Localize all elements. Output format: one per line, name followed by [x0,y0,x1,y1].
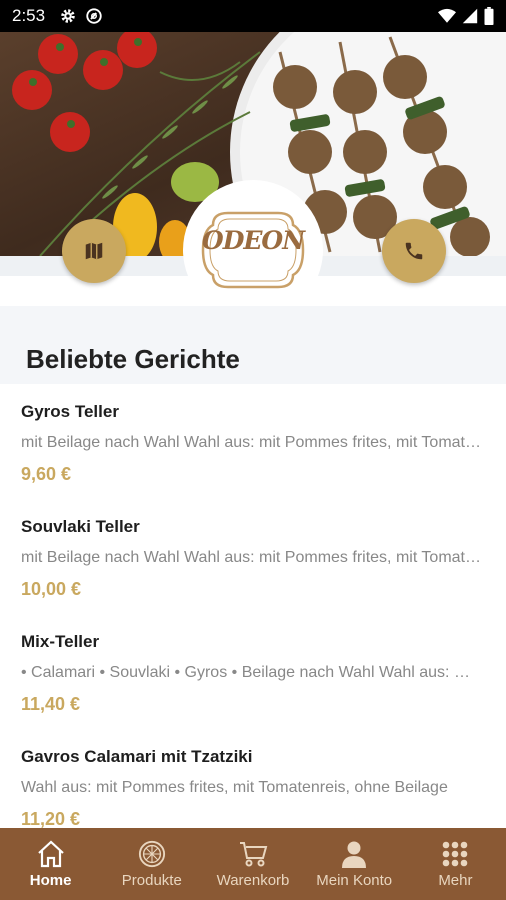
nav-account[interactable]: Mein Konto [304,828,405,900]
dish-item[interactable]: Gavros Calamari mit Tzatziki Wahl aus: m… [21,747,486,828]
dish-price: 11,40 € [21,694,81,714]
section-title: Beliebte Gerichte [26,344,240,374]
bottom-navigation: Home Produkte Warenkorb Mein Konto Mehr [0,828,506,900]
phone-icon [405,242,423,260]
dish-price: 11,20 € [21,809,81,828]
dish-name: Gyros Teller [21,402,119,421]
dish-price: 9,60 € [21,464,72,484]
dish-name: Gavros Calamari mit Tzatziki [21,747,253,766]
dish-name: Mix-Teller [21,632,100,651]
logo-text: ODEON [201,226,305,255]
nav-products-label: Produkte [121,872,182,889]
dish-description: mit Beilage nach Wahl Wahl aus: mit Pomm… [21,549,481,566]
dish-description: mit Beilage nach Wahl Wahl aus: mit Pomm… [21,434,481,451]
map-button[interactable] [62,219,126,283]
dish-list: Gyros Teller mit Beilage nach Wahl Wahl … [0,384,506,828]
status-bar: 2:53 [0,0,506,32]
nav-more[interactable]: Mehr [405,828,506,900]
nav-cart-label: Warenkorb [216,872,290,889]
grid-icon [443,841,468,867]
nav-cart[interactable]: Warenkorb [202,828,303,900]
nav-account-label: Mein Konto [316,872,393,889]
dish-name: Souvlaki Teller [21,517,140,536]
nav-home-label: Home [29,872,72,889]
dish-item[interactable]: Mix-Teller • Calamari • Souvlaki • Gyros… [21,632,486,715]
gear-icon [61,9,75,23]
phone-button[interactable] [382,219,446,283]
nav-more-label: Mehr [438,872,473,889]
nav-home[interactable]: Home [0,828,101,900]
dish-item[interactable]: Souvlaki Teller mit Beilage nach Wahl Wa… [21,517,486,600]
dish-item[interactable]: Gyros Teller mit Beilage nach Wahl Wahl … [21,402,486,485]
status-time: 2:53 [12,6,46,25]
nav-products[interactable]: Produkte [101,828,202,900]
restaurant-logo: ODEON [183,180,323,320]
dish-description: • Calamari • Souvlaki • Gyros • Beilage … [21,664,481,681]
map-icon [85,242,103,260]
pizza-icon [138,840,165,868]
battery-icon [484,7,494,25]
dish-description: Wahl aus: mit Pommes frites, mit Tomaten… [21,779,448,796]
user-icon [342,841,367,868]
dish-price: 10,00 € [21,579,82,599]
cart-icon [240,842,268,867]
home-icon [37,840,64,868]
popular-dishes-header: Beliebte Gerichte [0,306,506,384]
wifi-icon [438,8,456,23]
at-icon [86,8,102,24]
signal-icon [462,8,478,24]
